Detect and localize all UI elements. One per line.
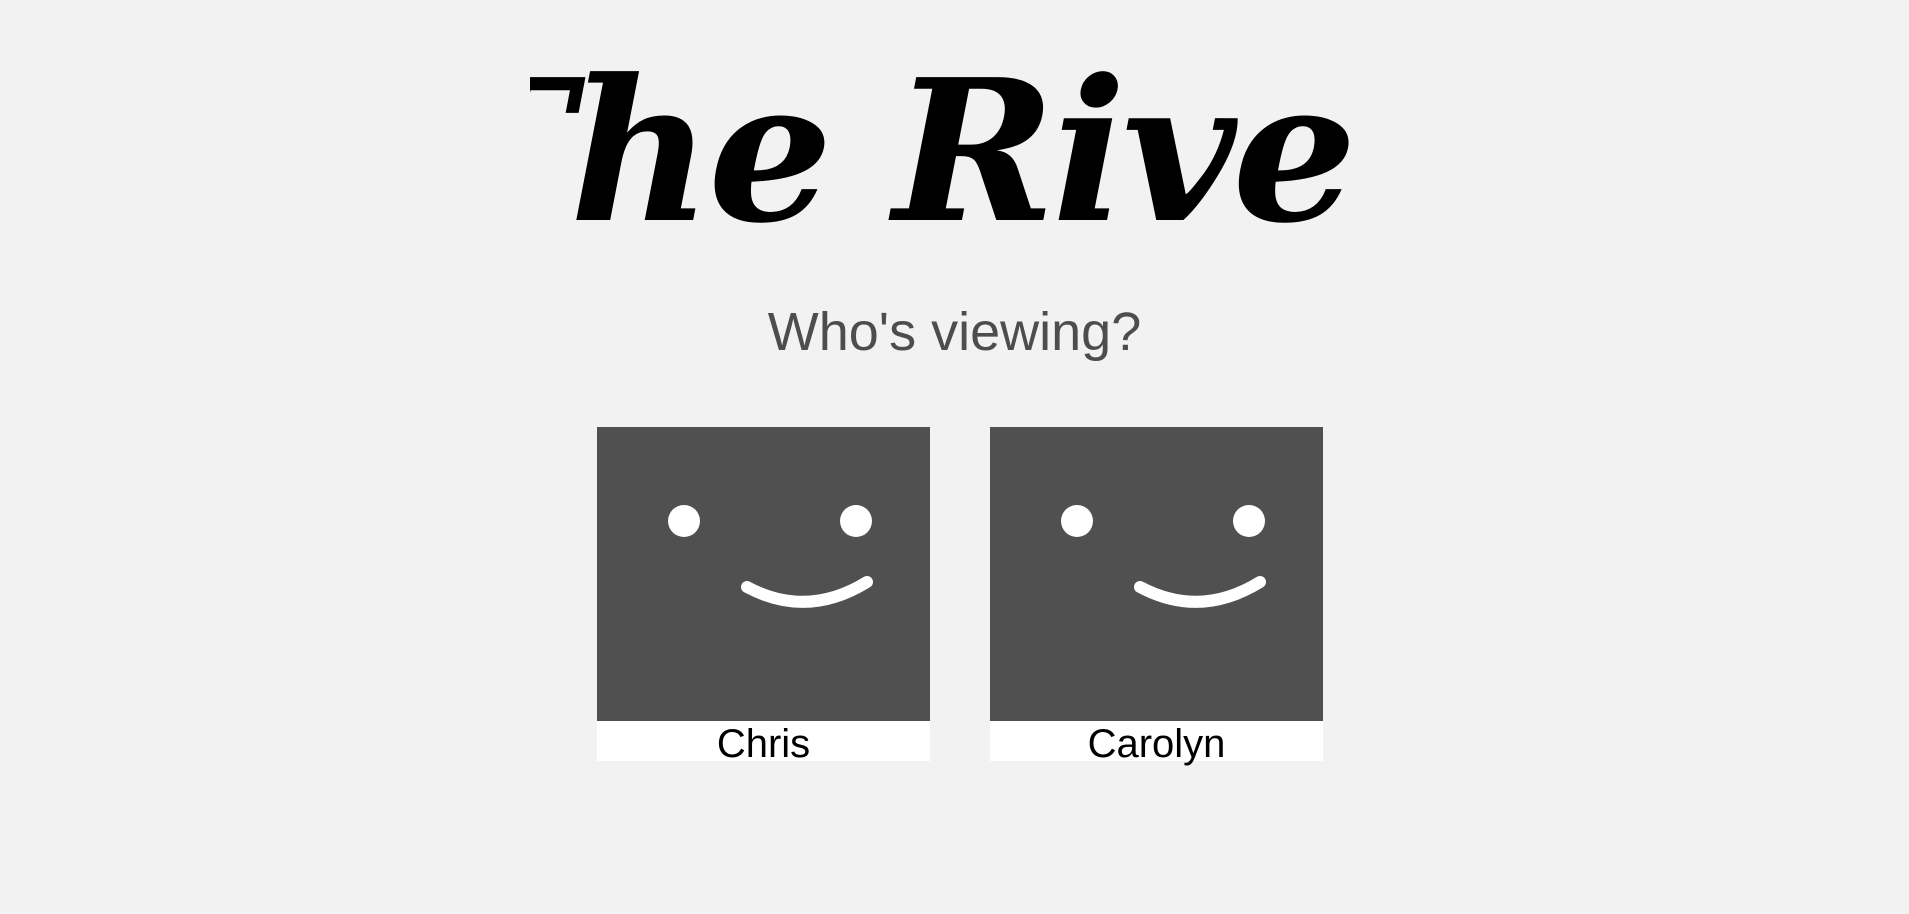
page-title: Who's viewing?: [767, 302, 1142, 362]
avatar[interactable]: [597, 427, 930, 721]
profile-name[interactable]: Chris: [597, 721, 930, 766]
app-logo-text: The River: [530, 40, 1350, 267]
smiley-face-icon: [668, 505, 873, 608]
profile-select-page: The River Who's viewing? Chris Carolyn: [0, 0, 1909, 914]
smiley-face-icon: [1061, 505, 1266, 608]
profile-name[interactable]: Carolyn: [990, 721, 1323, 766]
profile-card-carolyn[interactable]: Carolyn: [990, 427, 1323, 766]
avatar[interactable]: [990, 427, 1323, 721]
app-logo: The River: [530, 40, 1350, 267]
profile-card-chris[interactable]: Chris: [597, 427, 930, 766]
